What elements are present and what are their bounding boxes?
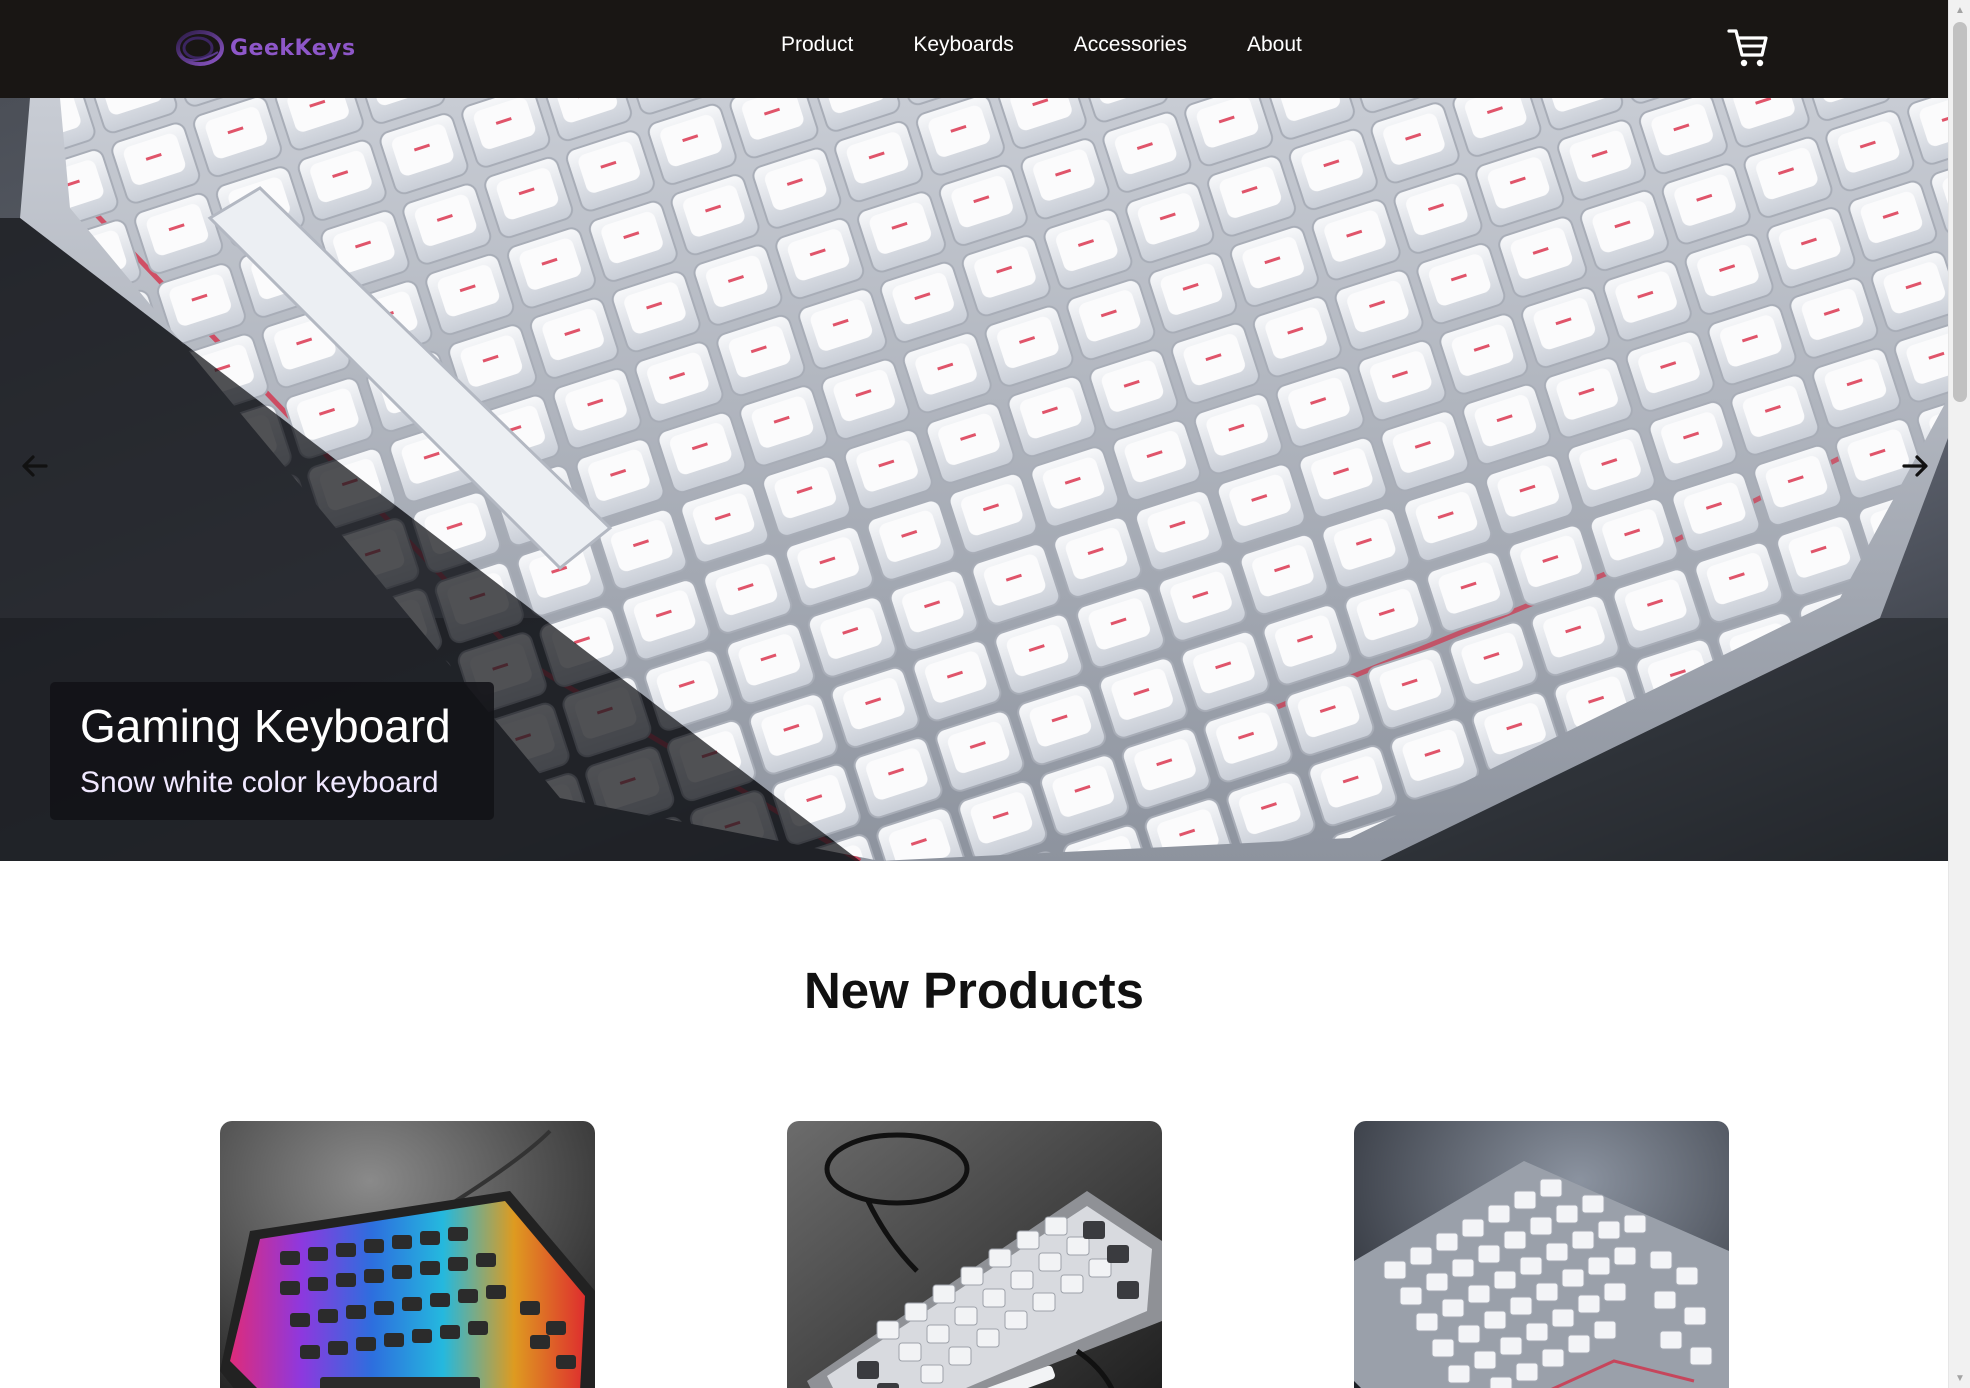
page-scrollbar[interactable]: ▲ ▼ [1948,0,1970,1388]
page: GeekKeys Product Keyboards Accessories A… [0,0,1948,1388]
arrow-right-icon [1902,455,1928,477]
shopping-cart-icon [1727,29,1768,67]
hero-carousel: Gaming Keyboard Snow white color keyboar… [0,98,1948,861]
carousel-prev-button[interactable] [14,445,56,487]
navbar: GeekKeys Product Keyboards Accessories A… [0,0,1948,98]
scroll-up-icon[interactable]: ▲ [1949,0,1970,20]
cart-button[interactable] [1726,26,1770,70]
product-card-1[interactable] [220,1121,595,1388]
nav-item-accessories[interactable]: Accessories [1074,30,1187,60]
product-card-3[interactable] [1354,1121,1729,1388]
hero-subtitle: Snow white color keyboard [80,766,439,799]
nav-item-keyboards[interactable]: Keyboards [913,30,1013,60]
brand-name: GeekKeys [230,35,356,61]
product-image-white-compact-keyboard [787,1121,1162,1388]
product-image-rgb-keyboard [220,1121,595,1388]
brand-logo[interactable]: GeekKeys [174,26,356,70]
hero-caption: Gaming Keyboard Snow white color keyboar… [50,682,494,820]
scrollbar-thumb[interactable] [1953,22,1967,402]
new-products-grid [0,1121,1948,1388]
arrow-left-icon [22,455,48,477]
carousel-next-button[interactable] [1894,445,1936,487]
new-products-heading: New Products [803,962,1145,1019]
scroll-down-icon[interactable]: ▼ [1949,1368,1970,1388]
hero-title: Gaming Keyboard [80,700,451,752]
main-nav: Product Keyboards Accessories About [781,30,1302,60]
logo-swirl-icon [176,30,224,66]
product-card-2[interactable] [787,1121,1162,1388]
nav-item-about[interactable]: About [1247,30,1302,60]
product-image-white-tenkeyless-keyboard [1354,1121,1729,1388]
nav-item-product[interactable]: Product [781,30,853,60]
